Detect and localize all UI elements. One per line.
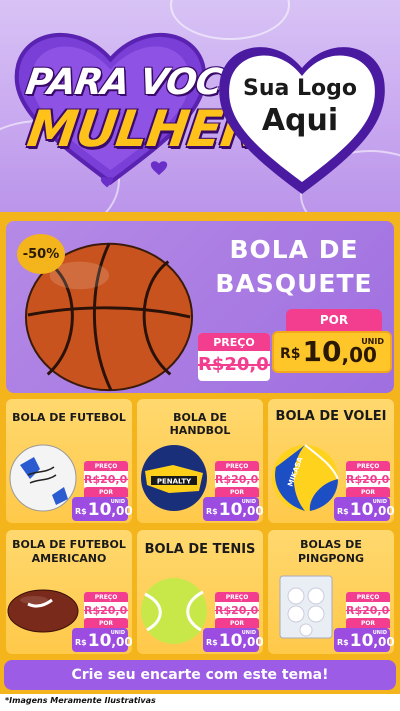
logo-placeholder-line-2: Aqui xyxy=(261,103,339,138)
disclaimer-bar: *Imagens Meramente Ilustrativas xyxy=(0,694,400,711)
product-card-pingpong[interactable]: BOLAS DE PINGPONG PREÇO R$20,00 POR R$ 1… xyxy=(268,530,394,654)
product-title: BOLA DE VOLEI xyxy=(275,409,387,424)
price-unit: UNID xyxy=(110,630,125,636)
tennis-ball-image xyxy=(141,578,207,644)
old-price-box: PREÇO R$20,00 xyxy=(215,461,259,489)
price-cents: ,00 xyxy=(373,504,394,518)
old-price: R$20,00 xyxy=(346,604,390,617)
old-price-box: PREÇO R$20,00 xyxy=(84,461,128,489)
old-price: R$20,00 xyxy=(215,604,259,617)
price-unit: UNID xyxy=(241,630,256,636)
new-price-label: POR xyxy=(215,487,259,497)
featured-title-line-1: BOLA DE xyxy=(229,235,359,264)
product-card-handbol[interactable]: BOLA DE HANDBOL PENALTY PREÇO R$20,00 PO… xyxy=(137,399,263,523)
price-currency: R$ xyxy=(206,638,218,647)
new-price-box: R$ 10 ,00 UNID xyxy=(72,497,132,521)
old-price: R$20,00 xyxy=(346,473,390,486)
old-price-label: PREÇO xyxy=(198,333,270,351)
new-price-label: POR xyxy=(286,309,382,331)
header-banner: PARA VOCÊ, MULHER Sua Logo Aqui xyxy=(0,0,400,212)
product-title: BOLA DE HANDBOL xyxy=(169,411,231,437)
new-price-box: R$ 10 ,00 UNID xyxy=(334,497,394,521)
product-title: BOLA DE FUTEBOL xyxy=(12,411,126,424)
old-price: R$20,00 xyxy=(84,473,128,486)
small-heart-icon xyxy=(150,161,168,176)
price-cents: ,00 xyxy=(341,343,377,367)
featured-product-card[interactable]: -50% BOLA DE BASQUETE PREÇO R$20,00 POR … xyxy=(6,221,394,393)
old-price-box: PREÇO R$20,00 xyxy=(346,461,390,489)
price-cents: ,00 xyxy=(373,635,394,649)
product-title: BOLAS DE PINGPONG xyxy=(297,538,365,565)
soccer-ball-image xyxy=(9,444,77,512)
price-currency: R$ xyxy=(280,346,301,362)
old-price-label: PREÇO xyxy=(84,461,128,471)
price-unit: UNID xyxy=(361,337,384,346)
old-price-label: PREÇO xyxy=(346,461,390,471)
new-price-box: R$ 10 ,00 UNID xyxy=(203,497,263,521)
logo-placeholder-line-1: Sua Logo xyxy=(242,76,357,101)
product-title: BOLA DE TENIS xyxy=(144,542,256,557)
new-price-label: POR xyxy=(346,618,390,628)
price-currency: R$ xyxy=(75,507,87,516)
new-price-label: POR xyxy=(346,487,390,497)
price-unit: UNID xyxy=(372,630,387,636)
price-integer: 10 xyxy=(349,500,374,520)
price-cents: ,00 xyxy=(242,635,263,649)
handball-brand-text: PENALTY xyxy=(157,478,192,486)
old-price-label: PREÇO xyxy=(215,592,259,602)
volleyball-image: MIKASA xyxy=(272,444,339,511)
old-price: R$20,00 xyxy=(215,473,259,486)
price-currency: R$ xyxy=(337,507,349,516)
old-price: R$20,00 xyxy=(84,604,128,617)
price-integer: 10 xyxy=(302,335,342,368)
new-price-box: R$ 10 ,00 UNID xyxy=(334,628,394,652)
price-cents: ,00 xyxy=(111,635,132,649)
old-price-box: PREÇO R$20,00 xyxy=(346,592,390,620)
product-card-futebol[interactable]: BOLA DE FUTEBOL PREÇO R$20,00 POR R$ 10 … xyxy=(6,399,132,523)
price-cents: ,00 xyxy=(242,504,263,518)
product-card-tenis[interactable]: BOLA DE TENIS PREÇO R$20,00 POR R$ 10 ,0… xyxy=(137,530,263,654)
pingpong-balls-image xyxy=(279,575,333,639)
new-price-label: POR xyxy=(84,618,128,628)
small-heart-icon xyxy=(100,176,114,188)
old-price: R$20,00 xyxy=(198,354,270,375)
product-card-volei[interactable]: BOLA DE VOLEI MIKASA PREÇO R$20,00 POR R… xyxy=(268,399,394,523)
old-price-label: PREÇO xyxy=(84,592,128,602)
price-unit: UNID xyxy=(241,499,256,505)
price-currency: R$ xyxy=(75,638,87,647)
price-integer: 10 xyxy=(218,500,243,520)
old-price-label: PREÇO xyxy=(346,592,390,602)
featured-title-line-2: BASQUETE xyxy=(215,269,373,298)
new-price-box: R$ 10 ,00 UNID xyxy=(72,628,132,652)
price-integer: 10 xyxy=(349,631,374,651)
create-flyer-cta[interactable]: Crie seu encarte com este tema! xyxy=(4,660,396,690)
new-price-box: R$ 10 ,00 UNID xyxy=(272,331,392,373)
price-integer: 10 xyxy=(218,631,243,651)
old-price-box: PREÇO R$20,00 xyxy=(215,592,259,620)
new-price-label: POR xyxy=(215,618,259,628)
product-card-futebol-americano[interactable]: BOLA DE FUTEBOL AMERICANO PREÇO R$20,00 … xyxy=(6,530,132,654)
new-price-box: R$ 10 ,00 UNID xyxy=(203,628,263,652)
disclaimer-text: *Imagens Meramente Ilustrativas xyxy=(5,696,156,705)
price-unit: UNID xyxy=(372,499,387,505)
discount-badge: -50% xyxy=(17,234,65,274)
price-unit: UNID xyxy=(110,499,125,505)
price-integer: 10 xyxy=(87,500,112,520)
old-price-box: PREÇO R$20,00 xyxy=(84,592,128,620)
american-football-image xyxy=(7,589,79,633)
old-price-box: PREÇO R$20,00 xyxy=(198,333,270,381)
price-integer: 10 xyxy=(87,631,112,651)
price-cents: ,00 xyxy=(111,504,132,518)
old-price-label: PREÇO xyxy=(215,461,259,471)
new-price-label: POR xyxy=(84,487,128,497)
price-currency: R$ xyxy=(206,507,218,516)
price-currency: R$ xyxy=(337,638,349,647)
handball-image: PENALTY xyxy=(141,445,207,511)
product-title: BOLA DE FUTEBOL AMERICANO xyxy=(12,538,126,565)
